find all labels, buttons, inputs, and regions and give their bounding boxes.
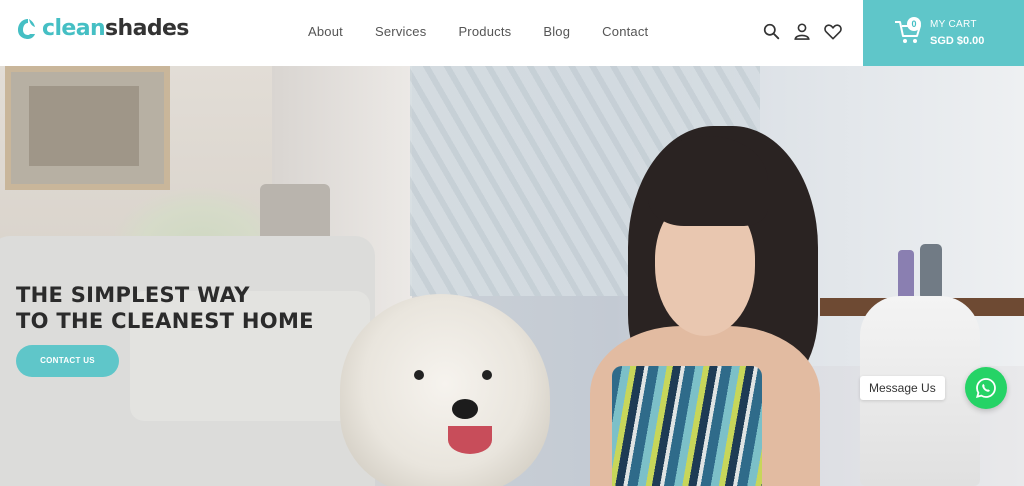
nav-link-contact[interactable]: Contact xyxy=(602,24,648,39)
hero-heading-line2: TO THE CLEANEST HOME xyxy=(16,309,314,333)
user-icon[interactable] xyxy=(791,20,813,42)
hero-photo-dog xyxy=(340,294,550,486)
logo-text: cleanshades xyxy=(42,16,189,41)
message-us-tooltip[interactable]: Message Us xyxy=(860,376,945,400)
site-header: cleanshades About Services Products Blog… xyxy=(0,0,1024,66)
logo-mark-icon xyxy=(18,18,35,39)
hero-banner: THE SIMPLEST WAY TO THE CLEANEST HOME CO… xyxy=(0,66,1024,486)
hero-photo-woman-bangs xyxy=(648,136,768,226)
hero-photo-dog-eye xyxy=(482,370,492,380)
cart-button[interactable]: 0 MY CART SGD $0.00 xyxy=(863,0,1024,66)
heart-icon[interactable] xyxy=(822,20,844,42)
hero-photo-dog-mouth xyxy=(448,426,492,454)
search-icon[interactable] xyxy=(760,20,782,42)
cart-label: MY CART xyxy=(930,19,977,30)
nav-link-services[interactable]: Services xyxy=(375,24,426,39)
whatsapp-icon[interactable] xyxy=(965,367,1007,409)
main-nav: About Services Products Blog Contact xyxy=(292,24,664,39)
logo[interactable]: cleanshades xyxy=(16,16,189,41)
cart-count-badge: 0 xyxy=(907,17,921,31)
logo-text-shades: shades xyxy=(105,16,189,41)
cart-total: SGD $0.00 xyxy=(930,35,985,47)
nav-link-about[interactable]: About xyxy=(308,24,343,39)
hero-photo-bottle xyxy=(920,244,942,300)
hero-photo-dog-eye xyxy=(414,370,424,380)
hero-photo-frame xyxy=(5,66,170,190)
contact-us-button[interactable]: CONTACT US xyxy=(16,345,119,377)
nav-link-blog[interactable]: Blog xyxy=(543,24,570,39)
header-icons xyxy=(760,20,853,42)
hero-photo-bottle xyxy=(898,250,914,300)
hero-heading-line1: THE SIMPLEST WAY xyxy=(16,283,250,307)
hero-heading: THE SIMPLEST WAY TO THE CLEANEST HOME xyxy=(16,282,314,334)
nav-link-products[interactable]: Products xyxy=(458,24,511,39)
hero-photo-dog-nose xyxy=(452,399,478,419)
logo-text-clean: clean xyxy=(42,16,106,41)
hero-photo-dress xyxy=(612,366,762,486)
